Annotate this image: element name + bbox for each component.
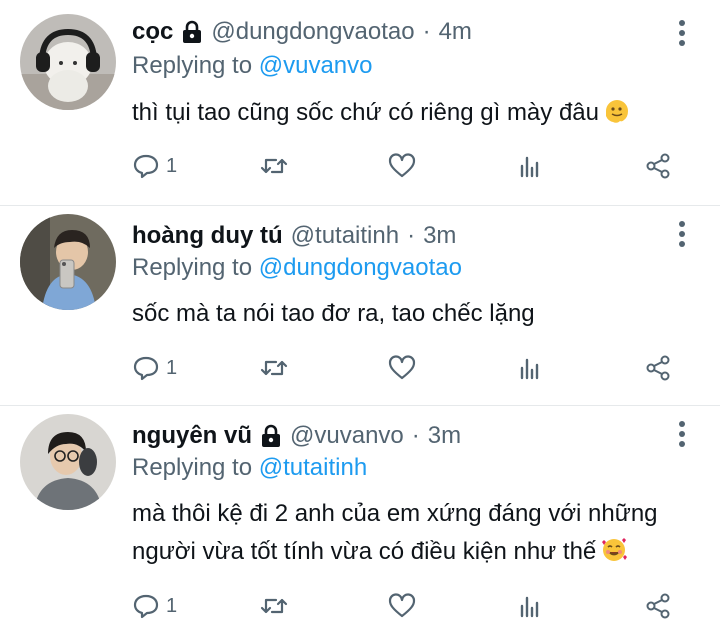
share-icon: [646, 593, 670, 619]
tweet-text: sốc mà ta nói tao đơ ra, tao chếc lặng: [132, 295, 535, 333]
handle[interactable]: @dungdongvaotao: [211, 18, 414, 46]
replying-mention[interactable]: @dungdongvaotao: [259, 254, 462, 281]
reply-count: 1: [166, 154, 178, 177]
tweet-text-line: mà thôi kệ đi 2 anh của em xứng đáng với…: [132, 500, 658, 527]
replying-mention[interactable]: @vuvanvo: [259, 52, 373, 79]
avatar[interactable]: [20, 14, 116, 110]
reply-icon: [133, 154, 159, 179]
tweet-text-line: người vừa tốt tính vừa có điều kiện như …: [132, 538, 597, 565]
action-bar: 1: [132, 348, 692, 388]
like-button[interactable]: [388, 348, 416, 388]
tweet-text: mà thôi kệ đi 2 anh của em xứng đáng với…: [132, 495, 658, 571]
tweet-1[interactable]: cọc @dungdongvaotao · 4m Replying to @vu…: [0, 0, 720, 205]
like-button[interactable]: [388, 146, 416, 186]
more-vertical-icon[interactable]: [672, 416, 692, 452]
views-icon: [520, 156, 539, 178]
tweet-text-line: thì tụi tao cũng sốc chứ có riêng gì mày…: [132, 99, 599, 126]
views-icon: [520, 358, 539, 380]
share-button[interactable]: [644, 348, 672, 388]
reply-count: 1: [166, 594, 178, 617]
timestamp[interactable]: 3m: [423, 222, 456, 250]
replying-to: Replying to @vuvanvo: [132, 52, 373, 80]
share-button[interactable]: [644, 586, 672, 626]
reply-button[interactable]: 1: [132, 586, 177, 626]
action-bar: 1: [132, 586, 692, 626]
views-icon: [520, 596, 539, 618]
lock-icon: [262, 424, 281, 447]
tweet-2[interactable]: hoàng duy tú @tutaitinh · 3m Replying to…: [0, 206, 720, 405]
smiling-face-with-hearts-emoji-icon: [602, 538, 628, 561]
retweet-icon: [260, 360, 288, 376]
replying-prefix: Replying to: [132, 52, 253, 79]
display-name[interactable]: nguyên vũ: [132, 422, 252, 450]
heart-icon: [388, 593, 416, 618]
retweet-button[interactable]: [260, 586, 288, 626]
handle[interactable]: @vuvanvo: [290, 422, 404, 450]
retweet-icon: [260, 598, 288, 614]
separator-dot: ·: [407, 222, 416, 249]
reply-icon: [133, 356, 159, 381]
avatar[interactable]: [20, 414, 116, 510]
separator-dot: ·: [411, 422, 420, 449]
handle[interactable]: @tutaitinh: [291, 222, 399, 250]
share-button[interactable]: [644, 146, 672, 186]
replying-prefix: Replying to: [132, 254, 253, 281]
timestamp[interactable]: 4m: [439, 18, 472, 46]
more-vertical-icon[interactable]: [672, 15, 692, 51]
retweet-button[interactable]: [260, 348, 288, 388]
replying-prefix: Replying to: [132, 454, 253, 481]
separator-dot: ·: [422, 18, 431, 45]
replying-mention[interactable]: @tutaitinh: [259, 454, 367, 481]
views-button[interactable]: [516, 146, 544, 186]
tweet-text: thì tụi tao cũng sốc chứ có riêng gì mày…: [132, 94, 631, 132]
heart-icon: [388, 153, 416, 178]
name-line: hoàng duy tú @tutaitinh · 3m: [132, 216, 456, 256]
retweet-button[interactable]: [260, 146, 288, 186]
lock-icon: [183, 20, 202, 43]
replying-to: Replying to @dungdongvaotao: [132, 254, 462, 282]
action-bar: 1: [132, 146, 692, 186]
avatar-image: [20, 414, 116, 510]
like-button[interactable]: [388, 586, 416, 626]
melting-face-emoji-icon: [606, 100, 628, 123]
tweet-3[interactable]: nguyên vũ @vuvanvo · 3m Replying to @tut…: [0, 406, 720, 636]
avatar-image: [20, 214, 116, 310]
reply-count: 1: [166, 356, 178, 379]
share-icon: [646, 355, 670, 381]
tweet-text-line-2: người vừa tốt tính vừa có điều kiện như …: [132, 533, 658, 571]
name-line: nguyên vũ @vuvanvo · 3m: [132, 416, 461, 456]
heart-icon: [388, 355, 416, 380]
display-name[interactable]: hoàng duy tú: [132, 222, 283, 250]
views-button[interactable]: [516, 348, 544, 388]
avatar-image: [20, 14, 116, 110]
share-icon: [646, 153, 670, 179]
reply-icon: [133, 594, 159, 619]
reply-button[interactable]: 1: [132, 348, 177, 388]
name-line: cọc @dungdongvaotao · 4m: [132, 12, 472, 52]
replying-to: Replying to @tutaitinh: [132, 454, 367, 482]
retweet-icon: [260, 158, 288, 174]
tweet-text-line: sốc mà ta nói tao đơ ra, tao chếc lặng: [132, 300, 535, 327]
display-name[interactable]: cọc: [132, 18, 173, 46]
reply-button[interactable]: 1: [132, 146, 177, 186]
more-vertical-icon[interactable]: [672, 216, 692, 252]
timestamp[interactable]: 3m: [428, 422, 461, 450]
views-button[interactable]: [516, 586, 544, 626]
avatar[interactable]: [20, 214, 116, 310]
